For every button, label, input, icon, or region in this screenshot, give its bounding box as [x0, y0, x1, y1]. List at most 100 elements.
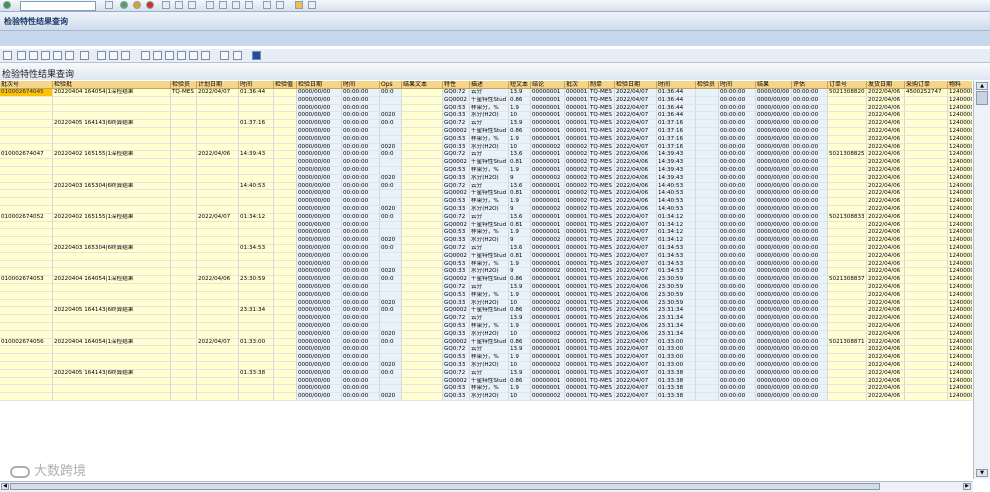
grid-cell[interactable] — [905, 151, 948, 160]
grid-cell[interactable]: 00:00:00 — [792, 221, 828, 230]
grid-cell[interactable] — [171, 151, 197, 160]
grid-cell[interactable]: 000001 — [565, 338, 589, 347]
grid-cell[interactable]: 13.9 — [509, 284, 531, 292]
grid-cell[interactable]: 2022/04/06 — [615, 151, 657, 160]
grid-cell[interactable]: 00:00:00 — [342, 299, 380, 308]
grid-cell[interactable]: 0000/00/00 — [297, 143, 342, 152]
grid-cell[interactable]: 2022/04/06 — [867, 128, 905, 136]
grid-cell[interactable]: 1240000010 — [948, 112, 972, 121]
grid-cell[interactable] — [0, 120, 53, 128]
grid-cell[interactable]: 13.9 — [509, 120, 531, 128]
grid-cell[interactable]: 0000/00/00 — [756, 385, 792, 394]
grid-cell[interactable] — [402, 330, 443, 339]
column-header[interactable]: 物料 — [948, 81, 972, 89]
grid-cell[interactable] — [402, 284, 443, 292]
grid-cell[interactable]: 23:30:59 — [657, 291, 696, 300]
grid-cell[interactable]: 00:00:00 — [719, 89, 756, 97]
grid-cell[interactable] — [197, 174, 239, 183]
grid-cell[interactable] — [696, 245, 719, 253]
grid-cell[interactable]: TQ-MES — [589, 369, 615, 378]
grid-cell[interactable] — [171, 354, 197, 362]
grid-cell[interactable]: 0000/00/00 — [297, 377, 342, 386]
grid-cell[interactable]: 0000/00/00 — [297, 213, 342, 222]
grid-cell[interactable] — [171, 112, 197, 121]
grid-cell[interactable] — [828, 112, 867, 121]
grid-cell[interactable]: 20220404 164054|1深检结果 — [53, 276, 171, 284]
grid-cell[interactable]: TQ-MES — [589, 338, 615, 347]
grid-cell[interactable]: TQ-MES — [589, 174, 615, 183]
grid-cell[interactable] — [380, 291, 402, 300]
grid-cell[interactable]: 00:00:00 — [719, 167, 756, 175]
grid-cell[interactable]: 0000/00/00 — [756, 159, 792, 167]
grid-cell[interactable]: 0000/00/00 — [756, 190, 792, 199]
grid-cell[interactable] — [0, 330, 53, 339]
grid-cell[interactable]: 2022/04/06 — [867, 299, 905, 308]
grid-cell[interactable]: 2022/04/07 — [615, 377, 657, 386]
grid-cell[interactable] — [905, 221, 948, 230]
previous-page-icon[interactable] — [219, 1, 227, 9]
grid-cell[interactable]: 00000002 — [531, 268, 565, 277]
grid-cell[interactable]: TQ-MES — [589, 96, 615, 105]
column-header[interactable]: 检验员 — [696, 81, 719, 89]
grid-cell[interactable]: 01:37:16 — [239, 120, 274, 128]
grid-cell[interactable] — [239, 221, 274, 230]
grid-cell[interactable]: 2022/04/06 — [867, 268, 905, 277]
grid-cell[interactable]: 00:00:00 — [792, 190, 828, 199]
grid-cell[interactable] — [0, 346, 53, 355]
grid-cell[interactable] — [53, 252, 171, 261]
grid-cell[interactable] — [53, 393, 171, 401]
grid-cell[interactable]: 00:00:00 — [342, 159, 380, 167]
grid-cell[interactable]: GQ0:72 — [443, 151, 470, 160]
grid-cell[interactable]: 水分(H2O) — [470, 206, 509, 214]
grid-cell[interactable]: 23:31:34 — [657, 330, 696, 339]
grid-cell[interactable] — [696, 260, 719, 269]
grid-cell[interactable] — [696, 291, 719, 300]
grid-cell[interactable]: 01:37:16 — [657, 120, 696, 128]
grid-cell[interactable] — [380, 167, 402, 175]
grid-cell[interactable]: 00:0 — [380, 120, 402, 128]
grid-cell[interactable] — [380, 159, 402, 167]
grid-cell[interactable] — [828, 307, 867, 316]
print-preview-icon[interactable] — [141, 51, 150, 60]
grid-cell[interactable]: 000001 — [565, 323, 589, 331]
grid-cell[interactable]: 云分 — [470, 315, 509, 323]
grid-cell[interactable]: 2022/04/07 — [615, 96, 657, 105]
grid-cell[interactable]: 0000/00/00 — [756, 213, 792, 222]
grid-cell[interactable] — [197, 252, 239, 261]
grid-cell[interactable]: 00:00:00 — [719, 174, 756, 183]
grid-cell[interactable] — [239, 299, 274, 308]
grid-cell[interactable] — [402, 182, 443, 191]
grid-cell[interactable]: 00:0 — [380, 89, 402, 97]
grid-cell[interactable] — [197, 315, 239, 323]
grid-cell[interactable]: 0000/00/00 — [297, 182, 342, 191]
grid-cell[interactable] — [402, 159, 443, 167]
grid-cell[interactable] — [0, 135, 53, 144]
grid-cell[interactable]: 2022/04/07 — [615, 338, 657, 347]
grid-cell[interactable]: 0000/00/00 — [756, 369, 792, 378]
grid-cell[interactable]: 00000001 — [531, 323, 565, 331]
grid-cell[interactable] — [0, 377, 53, 386]
grid-cell[interactable]: 2022/04/06 — [867, 385, 905, 394]
column-wide-icon[interactable] — [121, 51, 130, 60]
grid-cell[interactable] — [402, 135, 443, 144]
grid-cell[interactable] — [239, 377, 274, 386]
grid-cell[interactable]: TQ-MES — [589, 299, 615, 308]
grid-cell[interactable] — [696, 128, 719, 136]
grid-cell[interactable]: 00:00:00 — [342, 291, 380, 300]
grid-cell[interactable] — [696, 315, 719, 323]
command-field[interactable] — [20, 1, 96, 11]
grid-cell[interactable] — [274, 299, 297, 308]
grid-cell[interactable] — [828, 159, 867, 167]
grid-cell[interactable]: 00000002 — [531, 143, 565, 152]
grid-cell[interactable] — [274, 128, 297, 136]
grid-cell[interactable]: TQ-MES — [589, 323, 615, 331]
grid-cell[interactable] — [197, 299, 239, 308]
grid-cell[interactable] — [828, 229, 867, 238]
grid-cell[interactable] — [828, 174, 867, 183]
grid-cell[interactable]: TQ-MES — [589, 120, 615, 128]
grid-cell[interactable]: 00000001 — [531, 120, 565, 128]
grid-cell[interactable]: 0000/00/00 — [756, 346, 792, 355]
grid-cell[interactable]: 00000002 — [531, 174, 565, 183]
grid-cell[interactable]: 1240000010 — [948, 245, 972, 253]
grid-cell[interactable]: TQ-MES — [589, 284, 615, 292]
